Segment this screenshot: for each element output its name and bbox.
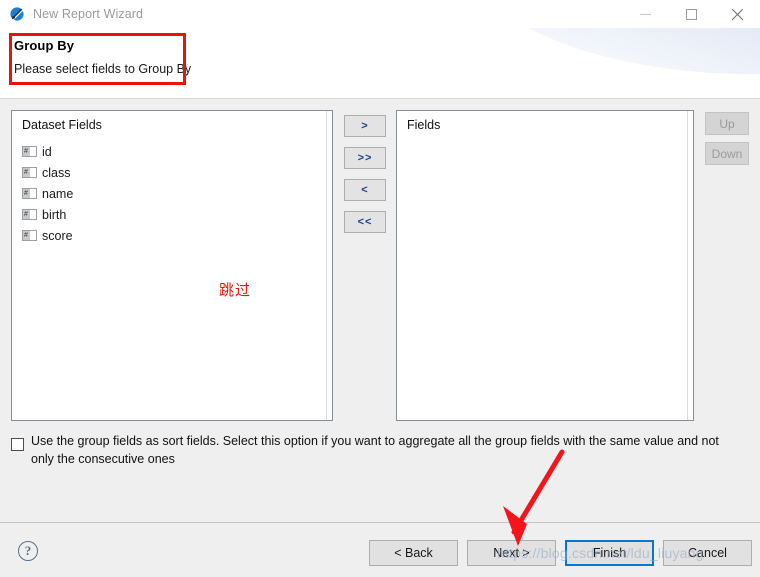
back-button[interactable]: < Back <box>369 540 458 566</box>
title-bar-left: New Report Wizard <box>9 0 143 28</box>
dataset-fields-scrollbar[interactable] <box>326 111 332 420</box>
order-buttons-column: Up Down <box>705 112 749 172</box>
group-fields-header: Fields <box>407 118 441 132</box>
page-subtitle: Please select fields to Group By <box>14 62 192 76</box>
transfer-buttons-column: > >> < << <box>344 115 386 243</box>
sort-option-label: Use the group fields as sort fields. Sel… <box>31 434 719 466</box>
annotation-skip-text: 跳过 <box>219 281 252 299</box>
dialog-buttons: < Back Next > Finish Cancel <box>369 540 752 566</box>
minimize-button[interactable] <box>622 0 668 28</box>
column-field-icon: # <box>22 230 37 241</box>
maximize-icon <box>685 8 697 20</box>
dataset-fields-items: # id # class # name # birth # score <box>20 141 324 246</box>
move-down-button[interactable]: Down <box>705 142 749 165</box>
column-field-icon: # <box>22 146 37 157</box>
column-field-icon: # <box>22 209 37 220</box>
cancel-button[interactable]: Cancel <box>663 540 752 566</box>
add-all-button[interactable]: >> <box>344 147 386 169</box>
sort-option-row[interactable]: Use the group fields as sort fields. Sel… <box>11 432 749 468</box>
group-fields-listbox[interactable]: Fields <box>396 110 694 421</box>
title-bar: New Report Wizard <box>0 0 760 28</box>
list-item[interactable]: # id <box>20 141 324 162</box>
window-controls <box>622 0 760 28</box>
header-swoosh-decoration <box>456 28 760 91</box>
wizard-body: Dataset Fields # id # class # name # bir… <box>0 99 760 522</box>
minimize-icon <box>639 13 651 15</box>
window-title: New Report Wizard <box>33 7 144 21</box>
dataset-fields-header: Dataset Fields <box>22 118 102 132</box>
page-title: Group By <box>14 38 75 53</box>
list-item[interactable]: # birth <box>20 204 324 225</box>
dataset-fields-listbox[interactable]: Dataset Fields # id # class # name # bir… <box>11 110 333 421</box>
birt-report-icon <box>9 6 25 22</box>
close-icon <box>731 8 744 21</box>
list-item[interactable]: # score <box>20 225 324 246</box>
list-item-label: id <box>42 144 52 159</box>
wizard-header: Group By Please select fields to Group B… <box>0 28 760 99</box>
help-icon[interactable]: ? <box>18 541 38 561</box>
list-item-label: score <box>42 228 73 243</box>
list-item-label: class <box>42 165 71 180</box>
add-selected-button[interactable]: > <box>344 115 386 137</box>
move-up-button[interactable]: Up <box>705 112 749 135</box>
column-field-icon: # <box>22 167 37 178</box>
finish-button[interactable]: Finish <box>565 540 654 566</box>
remove-all-button[interactable]: << <box>344 211 386 233</box>
list-item-label: name <box>42 186 74 201</box>
list-item[interactable]: # class <box>20 162 324 183</box>
list-item[interactable]: # name <box>20 183 324 204</box>
new-report-wizard-dialog: New Report Wizard Group By Please select… <box>0 0 760 577</box>
list-item-label: birth <box>42 207 67 222</box>
remove-selected-button[interactable]: < <box>344 179 386 201</box>
sort-option-checkbox[interactable] <box>11 438 24 451</box>
maximize-button[interactable] <box>668 0 714 28</box>
next-button[interactable]: Next > <box>467 540 556 566</box>
group-fields-scrollbar[interactable] <box>687 111 693 420</box>
close-button[interactable] <box>714 0 760 28</box>
column-field-icon: # <box>22 188 37 199</box>
